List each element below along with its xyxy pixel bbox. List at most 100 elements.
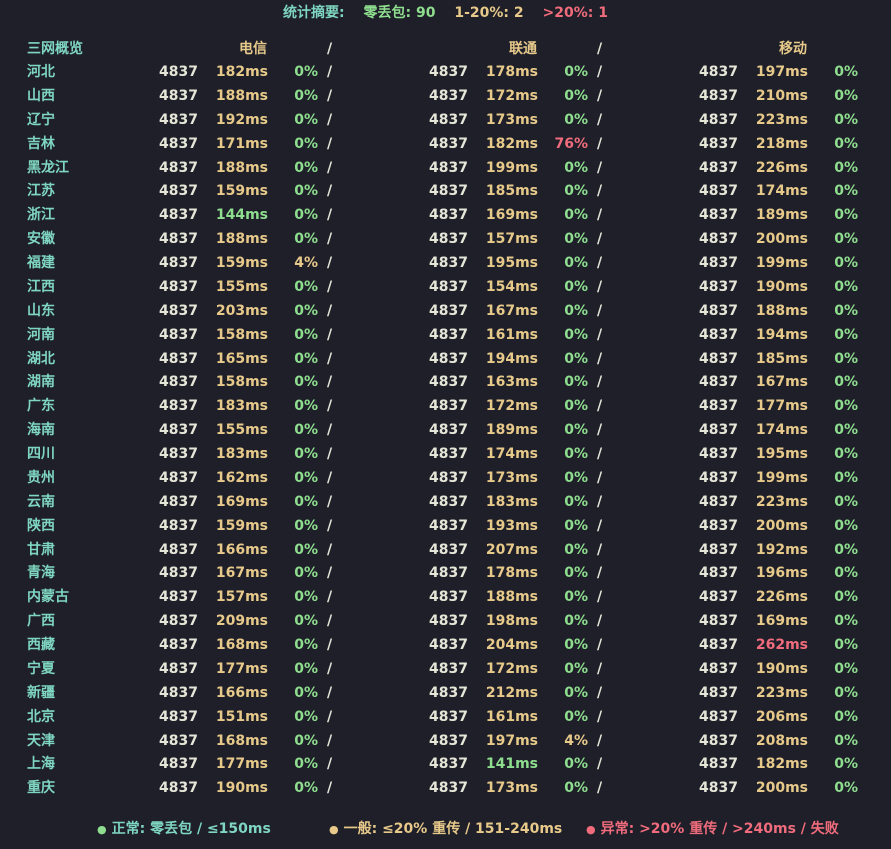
ct-loss: 0% bbox=[294, 135, 318, 152]
cu-latency: 173ms bbox=[485, 780, 538, 797]
table-row: 山东 4837 203ms 0% / 4837 167ms 0% / 4837 188ms 0% bbox=[0, 300, 891, 324]
cm-latency: 169ms bbox=[755, 613, 808, 630]
cm-latency: 199ms bbox=[755, 469, 808, 486]
ct-latency: 188ms bbox=[215, 87, 268, 104]
ct-latency: 183ms bbox=[215, 446, 268, 462]
legend-normal-label: 正常: 零丢包 / ≤150ms bbox=[111, 821, 271, 837]
cu-count: 4837 bbox=[429, 207, 468, 224]
table-row: 江苏 4837 159ms 0% / 4837 185ms 0% / 4837 174ms 0% bbox=[0, 180, 891, 204]
province-name: 上海 bbox=[27, 756, 55, 773]
cu-loss: 0% bbox=[564, 231, 588, 248]
cm-latency: 210ms bbox=[755, 87, 808, 104]
cm-latency: 190ms bbox=[755, 278, 808, 295]
column-separator: / bbox=[327, 637, 333, 653]
column-separator: / bbox=[327, 541, 333, 558]
cu-latency: 185ms bbox=[485, 183, 538, 200]
cm-latency: 199ms bbox=[755, 255, 808, 271]
cu-count: 4837 bbox=[429, 135, 468, 152]
cu-latency: 207ms bbox=[485, 541, 538, 558]
table-row: 重庆 4837 190ms 0% / 4837 173ms 0% / 4837 200ms 0% bbox=[0, 777, 891, 801]
cu-latency: 172ms bbox=[485, 87, 538, 104]
column-separator: / bbox=[597, 255, 603, 271]
cu-loss: 0% bbox=[564, 780, 588, 797]
cu-loss: 0% bbox=[564, 493, 588, 510]
green-dot-icon: ● bbox=[97, 823, 107, 836]
cm-latency: 167ms bbox=[755, 374, 808, 391]
column-separator: / bbox=[597, 469, 603, 486]
cm-count: 4837 bbox=[699, 589, 738, 606]
cm-count: 4837 bbox=[699, 541, 738, 558]
cu-latency: 172ms bbox=[485, 660, 538, 677]
province-name: 四川 bbox=[27, 446, 55, 462]
cm-count: 4837 bbox=[699, 446, 738, 462]
cu-loss: 0% bbox=[564, 255, 588, 271]
province-name: 江西 bbox=[27, 278, 55, 295]
cm-loss: 0% bbox=[834, 255, 858, 271]
cu-latency: 183ms bbox=[485, 493, 538, 510]
cm-loss: 0% bbox=[834, 135, 858, 152]
column-separator: / bbox=[327, 493, 333, 510]
column-separator: / bbox=[597, 780, 603, 797]
column-separator: / bbox=[597, 64, 603, 80]
table-row: 四川 4837 183ms 0% / 4837 174ms 0% / 4837 195ms 0% bbox=[0, 443, 891, 467]
column-separator: / bbox=[327, 135, 333, 152]
cu-loss: 4% bbox=[564, 732, 588, 749]
ct-loss: 0% bbox=[294, 64, 318, 80]
cm-count: 4837 bbox=[699, 87, 738, 104]
legend-abnormal-label: 异常: >20% 重传 / >240ms / 失败 bbox=[600, 821, 839, 837]
cu-count: 4837 bbox=[429, 684, 468, 701]
table-row: 广西 4837 209ms 0% / 4837 198ms 0% / 4837 169ms 0% bbox=[0, 610, 891, 634]
cm-count: 4837 bbox=[699, 231, 738, 248]
column-separator: / bbox=[597, 350, 603, 367]
ct-loss: 0% bbox=[294, 732, 318, 749]
table-row: 西藏 4837 168ms 0% / 4837 204ms 0% / 4837 262ms 0% bbox=[0, 634, 891, 658]
column-separator: / bbox=[327, 422, 333, 439]
ct-loss: 0% bbox=[294, 756, 318, 773]
ct-loss: 0% bbox=[294, 87, 318, 104]
column-separator: / bbox=[597, 422, 603, 439]
ct-loss: 0% bbox=[294, 469, 318, 486]
cm-latency: 200ms bbox=[755, 780, 808, 797]
column-separator: / bbox=[327, 326, 333, 343]
ct-loss: 0% bbox=[294, 660, 318, 677]
province-name: 湖南 bbox=[27, 374, 55, 391]
cm-count: 4837 bbox=[699, 684, 738, 701]
ct-loss: 0% bbox=[294, 374, 318, 391]
table-header: 三网概览 电信 / 联通 / 移动 bbox=[0, 38, 891, 60]
cm-count: 4837 bbox=[699, 565, 738, 582]
ct-loss: 0% bbox=[294, 565, 318, 582]
cm-loss: 0% bbox=[834, 374, 858, 391]
cm-latency: 218ms bbox=[755, 135, 808, 152]
column-separator: / bbox=[597, 159, 603, 176]
cm-count: 4837 bbox=[699, 374, 738, 391]
column-separator: / bbox=[327, 589, 333, 606]
cm-loss: 0% bbox=[834, 732, 858, 749]
ct-latency: 166ms bbox=[215, 541, 268, 558]
cm-count: 4837 bbox=[699, 422, 738, 439]
ct-count: 4837 bbox=[159, 231, 198, 248]
column-separator: / bbox=[597, 374, 603, 391]
cm-loss: 0% bbox=[834, 446, 858, 462]
province-name: 辽宁 bbox=[27, 111, 55, 128]
cm-loss: 0% bbox=[834, 207, 858, 224]
cu-count: 4837 bbox=[429, 278, 468, 295]
cm-loss: 0% bbox=[834, 159, 858, 176]
ct-latency: 203ms bbox=[215, 302, 268, 319]
cu-count: 4837 bbox=[429, 708, 468, 725]
ct-loss: 0% bbox=[294, 541, 318, 558]
column-separator: / bbox=[597, 207, 603, 224]
cu-count: 4837 bbox=[429, 660, 468, 677]
province-name: 贵州 bbox=[27, 469, 55, 486]
cu-latency: 189ms bbox=[485, 422, 538, 439]
cm-latency: 192ms bbox=[755, 541, 808, 558]
province-name: 内蒙古 bbox=[27, 589, 69, 606]
ct-latency: 166ms bbox=[215, 684, 268, 701]
cu-loss: 0% bbox=[564, 684, 588, 701]
column-separator: / bbox=[597, 278, 603, 295]
cm-latency: 200ms bbox=[755, 517, 808, 534]
legend-normal: ● 正常: 零丢包 / ≤150ms bbox=[97, 818, 271, 841]
cm-count: 4837 bbox=[699, 637, 738, 653]
table-row: 安徽 4837 188ms 0% / 4837 157ms 0% / 4837 200ms 0% bbox=[0, 228, 891, 252]
table-row: 陕西 4837 159ms 0% / 4837 193ms 0% / 4837 200ms 0% bbox=[0, 515, 891, 539]
cm-latency: 174ms bbox=[755, 422, 808, 439]
